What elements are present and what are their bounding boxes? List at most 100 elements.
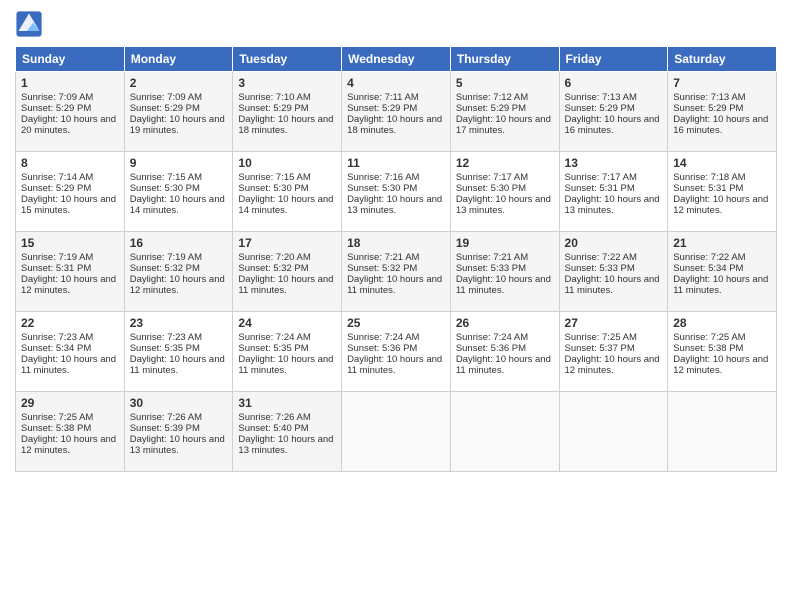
sunrise: Sunrise: 7:17 AM (565, 172, 637, 183)
sunrise: Sunrise: 7:22 AM (565, 252, 637, 263)
sunrise: Sunrise: 7:26 AM (130, 412, 202, 423)
daylight: Daylight: 10 hours and 16 minutes. (673, 114, 768, 136)
daylight: Daylight: 10 hours and 11 minutes. (456, 274, 551, 296)
calendar-cell: 3Sunrise: 7:10 AMSunset: 5:29 PMDaylight… (233, 72, 342, 152)
sunset: Sunset: 5:29 PM (456, 103, 526, 114)
calendar-cell: 11 Sunrise: 7:16 AMSunset: 5:30 PMDayligh… (342, 152, 451, 232)
sunrise: Sunrise: 7:11 AM (347, 92, 419, 103)
sunset: Sunset: 5:29 PM (130, 103, 200, 114)
calendar-cell: 21 Sunrise: 7:22 AMSunset: 5:34 PMDayligh… (668, 232, 777, 312)
sunset: Sunset: 5:35 PM (130, 343, 200, 354)
sunrise: Sunrise: 7:21 AM (456, 252, 528, 263)
sunset: Sunset: 5:30 PM (347, 183, 417, 194)
calendar-week-5: 29Sunrise: 7:25 AMSunset: 5:38 PMDayligh… (16, 392, 777, 472)
sunset: Sunset: 5:29 PM (21, 103, 91, 114)
calendar-cell: 19 Sunrise: 7:21 AMSunset: 5:33 PMDayligh… (450, 232, 559, 312)
sunrise: Sunrise: 7:13 AM (565, 92, 637, 103)
calendar-cell: 26Sunrise: 7:24 AMSunset: 5:36 PMDayligh… (450, 312, 559, 392)
sunrise: Sunrise: 7:20 AM (238, 252, 310, 263)
sunset: Sunset: 5:39 PM (130, 423, 200, 434)
calendar-cell: 22Sunrise: 7:23 AMSunset: 5:34 PMDayligh… (16, 312, 125, 392)
calendar-cell: 8Sunrise: 7:14 AMSunset: 5:29 PMDaylight… (16, 152, 125, 232)
col-header-sunday: Sunday (16, 47, 125, 72)
day-number: 6 (565, 76, 663, 90)
day-number: 30 (130, 396, 228, 410)
sunrise: Sunrise: 7:24 AM (456, 332, 528, 343)
daylight: Daylight: 10 hours and 11 minutes. (21, 354, 116, 376)
sunrise: Sunrise: 7:16 AM (347, 172, 419, 183)
calendar-cell: 16Sunrise: 7:19 AMSunset: 5:32 PMDayligh… (124, 232, 233, 312)
calendar-cell: 1Sunrise: 7:09 AMSunset: 5:29 PMDaylight… (16, 72, 125, 152)
col-header-monday: Monday (124, 47, 233, 72)
sunset: Sunset: 5:31 PM (21, 263, 91, 274)
sunrise: Sunrise: 7:25 AM (673, 332, 745, 343)
sunset: Sunset: 5:40 PM (238, 423, 308, 434)
day-number: 20 (565, 236, 663, 250)
sunset: Sunset: 5:30 PM (456, 183, 526, 194)
sunset: Sunset: 5:33 PM (456, 263, 526, 274)
sunrise: Sunrise: 7:22 AM (673, 252, 745, 263)
sunset: Sunset: 5:36 PM (456, 343, 526, 354)
calendar-cell: 7Sunrise: 7:13 AMSunset: 5:29 PMDaylight… (668, 72, 777, 152)
daylight: Daylight: 10 hours and 11 minutes. (673, 274, 768, 296)
day-number: 13 (565, 156, 663, 170)
sunset: Sunset: 5:29 PM (21, 183, 91, 194)
day-number: 15 (21, 236, 119, 250)
sunrise: Sunrise: 7:21 AM (347, 252, 419, 263)
day-number: 7 (673, 76, 771, 90)
day-number: 18 (347, 236, 445, 250)
day-number: 31 (238, 396, 336, 410)
day-number: 25 (347, 316, 445, 330)
day-number: 26 (456, 316, 554, 330)
day-number: 11 (347, 156, 445, 170)
calendar-week-4: 22Sunrise: 7:23 AMSunset: 5:34 PMDayligh… (16, 312, 777, 392)
calendar-cell: 6Sunrise: 7:13 AMSunset: 5:29 PMDaylight… (559, 72, 668, 152)
sunrise: Sunrise: 7:19 AM (130, 252, 202, 263)
calendar-cell: 27Sunrise: 7:25 AMSunset: 5:37 PMDayligh… (559, 312, 668, 392)
header (15, 10, 777, 38)
day-number: 1 (21, 76, 119, 90)
calendar-week-3: 15 Sunrise: 7:19 AM Sunset: 5:31 PM Dayligh… (16, 232, 777, 312)
calendar-cell: 24Sunrise: 7:24 AMSunset: 5:35 PMDayligh… (233, 312, 342, 392)
sunset: Sunset: 5:34 PM (673, 263, 743, 274)
calendar-cell: 15Sunrise: 7:19 AMSunset: 5:31 PMDayligh… (16, 232, 125, 312)
daylight: Daylight: 10 hours and 16 minutes. (565, 114, 660, 136)
calendar-cell: 14Sunrise: 7:18 AMSunset: 5:31 PMDayligh… (668, 152, 777, 232)
calendar-cell: 29Sunrise: 7:25 AMSunset: 5:38 PMDayligh… (16, 392, 125, 472)
col-header-saturday: Saturday (668, 47, 777, 72)
sunrise: Sunrise: 7:10 AM (238, 92, 310, 103)
sunset: Sunset: 5:29 PM (347, 103, 417, 114)
daylight: Daylight: 10 hours and 13 minutes. (130, 434, 225, 456)
daylight: Daylight: 10 hours and 13 minutes. (347, 194, 442, 216)
col-header-friday: Friday (559, 47, 668, 72)
sunset: Sunset: 5:38 PM (21, 423, 91, 434)
daylight: Daylight: 10 hours and 11 minutes. (130, 354, 225, 376)
day-number: 19 (456, 236, 554, 250)
sunset: Sunset: 5:30 PM (130, 183, 200, 194)
calendar-week-2: 8Sunrise: 7:14 AMSunset: 5:29 PMDaylight… (16, 152, 777, 232)
calendar-cell: 28Sunrise: 7:25 AMSunset: 5:38 PMDayligh… (668, 312, 777, 392)
sunrise: Sunrise: 7:24 AM (347, 332, 419, 343)
day-number: 21 (673, 236, 771, 250)
calendar-cell: 4Sunrise: 7:11 AMSunset: 5:29 PMDaylight… (342, 72, 451, 152)
day-number: 29 (21, 396, 119, 410)
logo-icon (15, 10, 43, 38)
sunset: Sunset: 5:33 PM (565, 263, 635, 274)
sunrise: Sunrise: 7:24 AM (238, 332, 310, 343)
sunrise: Sunrise: 7:23 AM (21, 332, 93, 343)
calendar-cell: 31Sunrise: 7:26 AMSunset: 5:40 PMDayligh… (233, 392, 342, 472)
calendar-cell: 9Sunrise: 7:15 AMSunset: 5:30 PMDaylight… (124, 152, 233, 232)
daylight: Daylight: 10 hours and 11 minutes. (565, 274, 660, 296)
sunrise: Sunrise: 7:15 AM (130, 172, 202, 183)
calendar-cell (559, 392, 668, 472)
calendar-cell (342, 392, 451, 472)
day-number: 3 (238, 76, 336, 90)
logo (15, 10, 47, 38)
col-header-tuesday: Tuesday (233, 47, 342, 72)
day-number: 17 (238, 236, 336, 250)
calendar-cell: 25Sunrise: 7:24 AMSunset: 5:36 PMDayligh… (342, 312, 451, 392)
calendar-cell: 18Sunrise: 7:21 AMSunset: 5:32 PMDayligh… (342, 232, 451, 312)
daylight: Daylight: 10 hours and 13 minutes. (565, 194, 660, 216)
daylight: Daylight: 10 hours and 14 minutes. (238, 194, 333, 216)
daylight: Daylight: 10 hours and 20 minutes. (21, 114, 116, 136)
